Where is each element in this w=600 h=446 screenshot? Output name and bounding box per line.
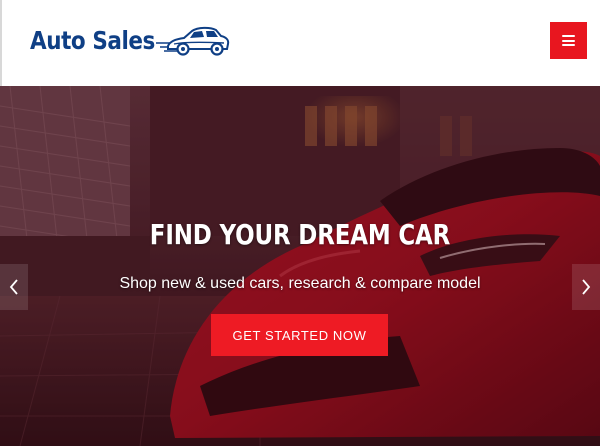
hero-subtitle: Shop new & used cars, research & compare… — [119, 275, 481, 292]
slider-prev-button[interactable] — [0, 264, 28, 310]
logo-text: Auto Sales — [30, 26, 155, 55]
hero-slider: FIND YOUR DREAM CAR Shop new & used cars… — [0, 86, 600, 446]
car-silhouette-icon — [156, 26, 230, 56]
site-logo[interactable]: Auto Sales — [30, 20, 240, 64]
site-header: Auto Sales — [0, 0, 600, 86]
page: Auto Sales FIND YOUR DREAM CAR Shop new … — [0, 0, 600, 446]
chevron-right-icon — [582, 279, 591, 295]
get-started-button[interactable]: GET STARTED NOW — [211, 314, 388, 356]
hamburger-menu-icon — [562, 35, 575, 46]
hero-background-image — [0, 86, 600, 446]
hero-title: FIND YOUR DREAM CAR — [149, 218, 451, 251]
hamburger-menu-button[interactable] — [550, 22, 587, 59]
slider-next-button[interactable] — [572, 264, 600, 310]
chevron-left-icon — [9, 279, 18, 295]
